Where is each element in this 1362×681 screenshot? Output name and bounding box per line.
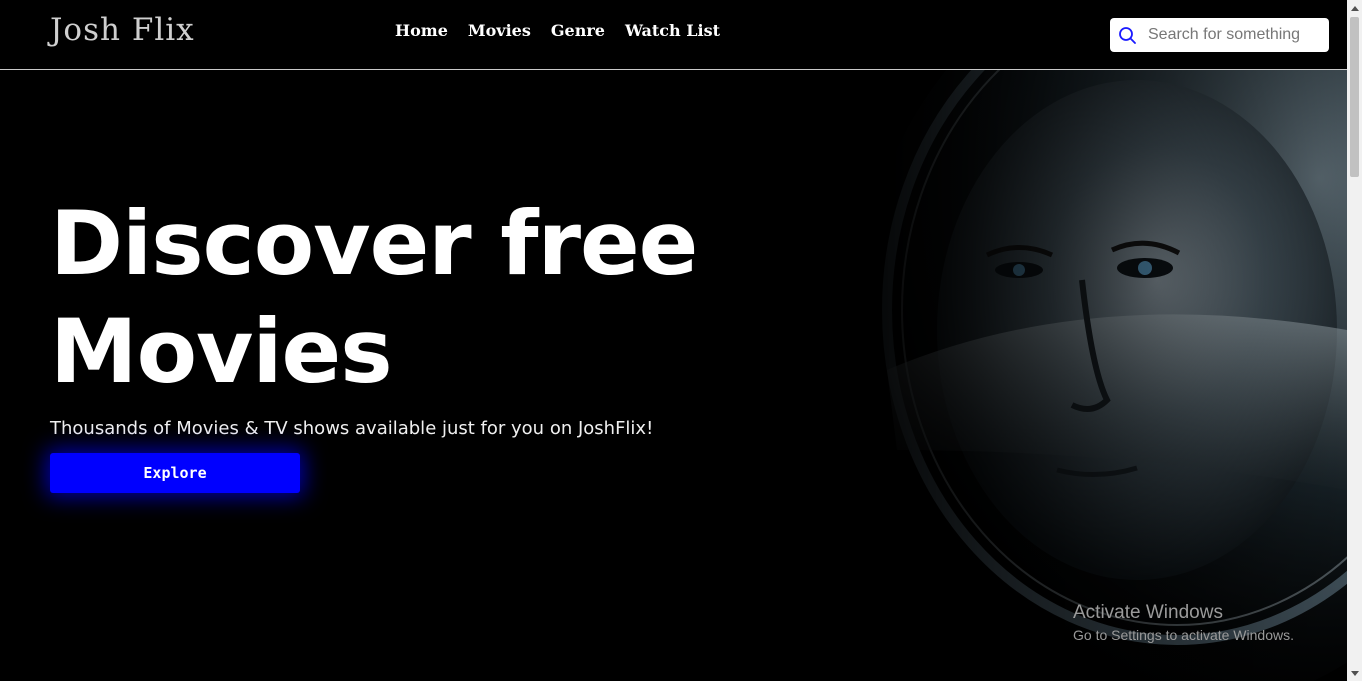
hero-text: Discover free Movies Thousands of Movies… [50, 190, 698, 439]
chevron-down-icon[interactable] [1347, 666, 1362, 681]
astronaut-helmet-image [827, 70, 1347, 681]
search-box [1110, 18, 1329, 52]
search-input[interactable] [1146, 25, 1325, 45]
watermark-title: Activate Windows [1073, 602, 1223, 623]
page: Josh Flix Home Movies Genre Watch List S… [0, 0, 1347, 681]
hero-title-line-1: Discover free [50, 192, 698, 295]
hero-title: Discover free Movies [50, 190, 698, 406]
search-icon[interactable] [1117, 25, 1137, 45]
explore-button[interactable]: Explore [50, 453, 300, 493]
watermark-subtitle: Go to Settings to activate Windows. [1073, 627, 1294, 643]
main-nav: Home Movies Genre Watch List [395, 21, 720, 40]
nav-home[interactable]: Home [395, 21, 448, 40]
scrollbar-thumb[interactable] [1350, 17, 1359, 177]
vertical-scrollbar[interactable] [1347, 0, 1362, 681]
nav-watch-list[interactable]: Watch List [625, 21, 720, 40]
windows-watermark: Activate Windows Go to Settings to activ… [1073, 602, 1294, 643]
header: Josh Flix Home Movies Genre Watch List [0, 0, 1347, 70]
hero-title-line-2: Movies [50, 300, 393, 403]
nav-movies[interactable]: Movies [468, 21, 531, 40]
logo[interactable]: Josh Flix [50, 12, 195, 48]
nav-genre[interactable]: Genre [551, 21, 605, 40]
hero-subtitle: Thousands of Movies & TV shows available… [50, 418, 654, 439]
chevron-up-icon[interactable] [1347, 0, 1362, 15]
